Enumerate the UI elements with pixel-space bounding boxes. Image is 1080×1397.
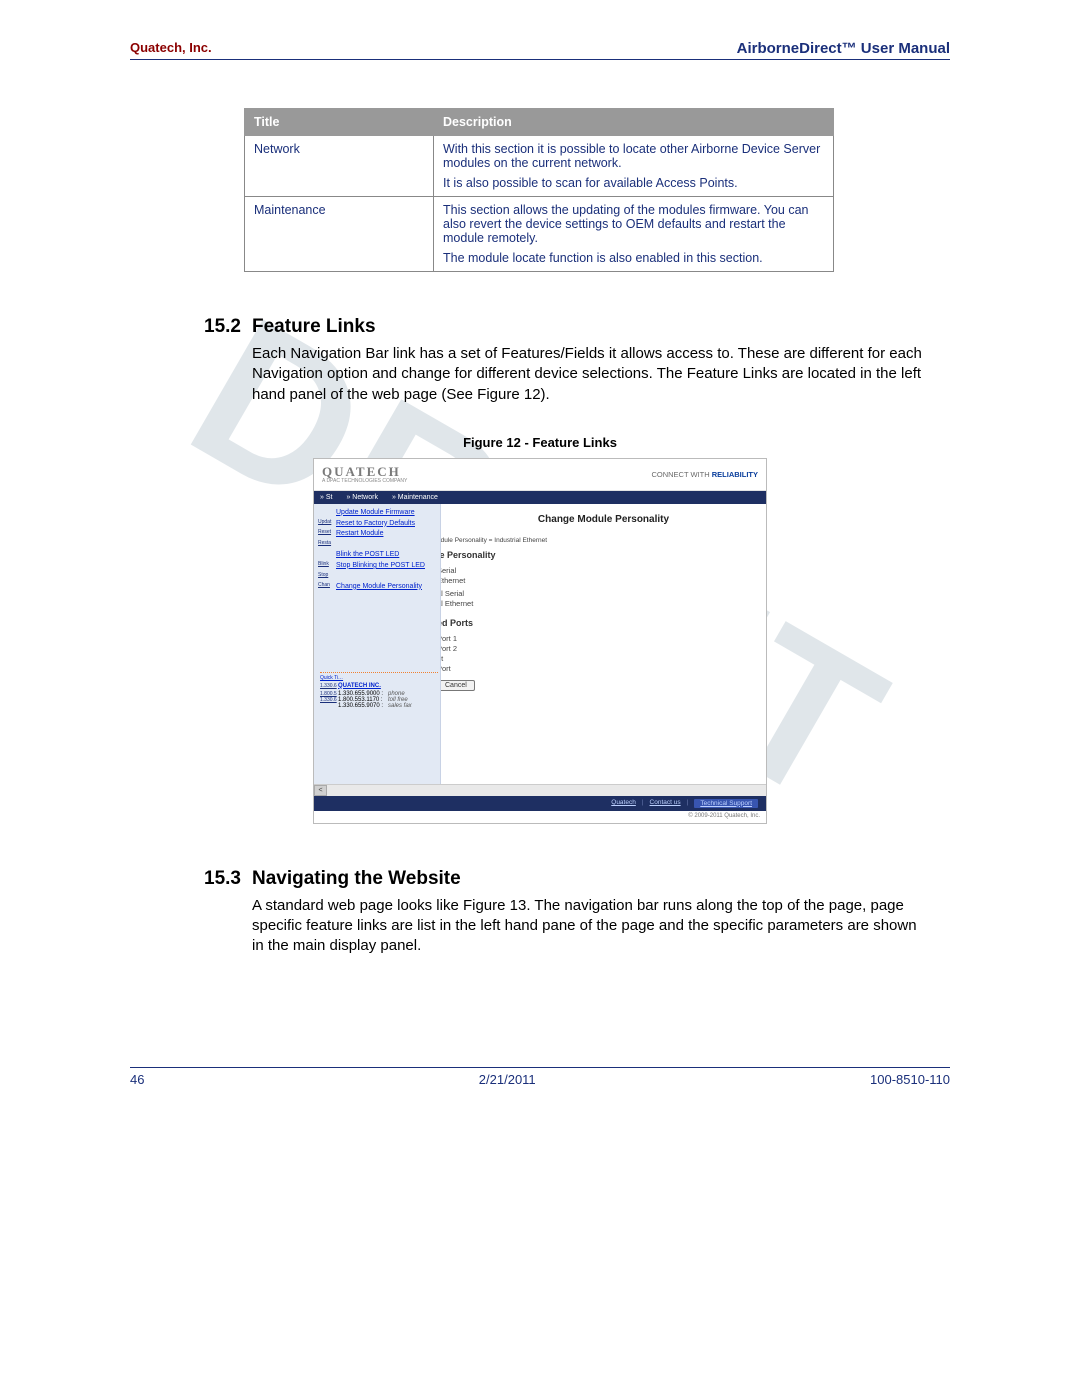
fig-copyright: © 2009-2011 Quatech, Inc. [314,811,766,823]
fig-footer-link[interactable]: Quatech [611,799,636,808]
footer-doc-number: 100-8510-110 [870,1072,950,1087]
fig-tagline: CONNECT WITH RELIABILITY [651,470,758,479]
table-row: Network With this section it is possible… [245,136,834,197]
page-header: Quatech, Inc. AirborneDirect™ User Manua… [130,40,950,60]
table-row: Maintenance This section allows the upda… [245,197,834,272]
fig-contact-block: 1.330.6QUATECH INC. 1.800.51.330.655.900… [318,681,440,713]
fig-footer-link[interactable]: Contact us [650,799,681,808]
fig-nav-item[interactable]: » Maintenance [392,494,438,501]
table-header-description: Description [434,109,834,136]
fig-logo-subtitle: A DPAC TECHNOLOGIES COMPANY [322,478,407,484]
table-cell-desc: This section allows the updating of the … [434,197,834,272]
table-cell-title: Maintenance [245,197,434,272]
section-heading-feature-links: 15.2Feature Links [204,316,950,338]
fig-side-link[interactable]: Update Module Firmware [336,508,415,518]
fig-main-hint: odule Personality = Industrial Ethernet [441,537,766,544]
fig-side-link[interactable]: Change Module Personality [336,582,422,592]
fig-footer-link[interactable]: Technical Support [694,799,758,808]
fig-side-link[interactable]: Blink the POST LED [336,550,399,560]
section-heading-navigating: 15.3Navigating the Website [204,868,950,890]
section-paragraph: A standard web page looks like Figure 13… [252,896,932,957]
header-company: Quatech, Inc. [130,40,212,57]
section-paragraph: Each Navigation Bar link has a set of Fe… [252,344,932,405]
table-header-title: Title [245,109,434,136]
fig-sidebar: Update Module Firmware UpdatReset to Fac… [314,504,441,784]
fig-main-panel: Change Module Personality odule Personal… [441,504,766,784]
fig-contact-name[interactable]: QUATECH INC. [338,683,381,689]
fig-side-link[interactable]: Restart Module [336,529,383,539]
page-footer: 46 2/21/2011 100-8510-110 [130,1067,950,1087]
fig-nav-item[interactable]: » Network [346,494,378,501]
header-manual-title: AirborneDirect™ User Manual [737,40,950,57]
fig-main-heading: Change Module Personality [441,514,766,525]
figure-12-screenshot: QUATECH A DPAC TECHNOLOGIES COMPANY CONN… [313,458,767,824]
fig-logo: QUATECH [322,464,401,479]
footer-page-number: 46 [130,1072,144,1087]
fig-navbar: » St » Network » Maintenance [314,491,766,504]
nav-description-table: Title Description Network With this sect… [244,108,834,272]
fig-side-link[interactable]: Reset to Factory Defaults [336,519,415,529]
fig-main-subheading: le Personality [441,550,766,560]
table-cell-desc: With this section it is possible to loca… [434,136,834,197]
fig-nav-item[interactable]: » St [320,494,332,501]
table-cell-title: Network [245,136,434,197]
fig-scrollbar[interactable]: < [314,784,766,796]
fig-cancel-button[interactable]: Cancel [441,680,475,691]
fig-main-subheading: ed Ports [441,618,766,628]
figure-caption: Figure 12 - Feature Links [130,435,950,450]
fig-footer-bar: Quatech | Contact us | Technical Support [314,796,766,811]
fig-side-link[interactable]: Stop Blinking the POST LED [336,561,425,571]
fig-scroll-left-icon[interactable]: < [314,785,327,796]
footer-date: 2/21/2011 [479,1072,536,1087]
